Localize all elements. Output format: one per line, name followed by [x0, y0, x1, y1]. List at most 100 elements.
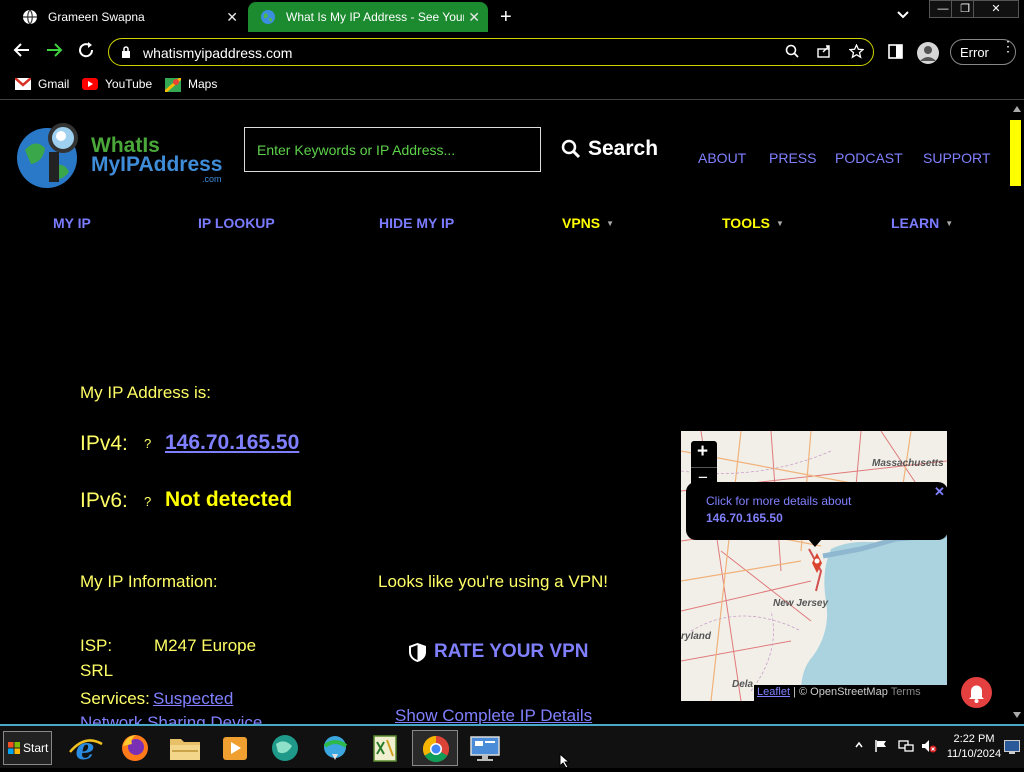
terms-link[interactable]: Terms [891, 686, 921, 698]
support-link[interactable]: SUPPORT [923, 150, 990, 166]
popup-ip[interactable]: 146.70.165.50 [706, 511, 783, 525]
podcast-link[interactable]: PODCAST [835, 150, 903, 166]
map-label-delaware: Dela [732, 679, 754, 690]
nav-label: VPNS [562, 215, 601, 231]
download-manager-icon[interactable] [312, 730, 358, 766]
notification-bell-button[interactable] [961, 677, 992, 708]
services-link-cont[interactable]: Network Sharing Device [80, 713, 262, 724]
tab-title: What Is My IP Address - See Your P [286, 10, 464, 24]
tab-grameen-swapna[interactable]: Grameen Swapna ✕ [10, 2, 246, 32]
app-globe-icon[interactable] [262, 730, 308, 766]
star-icon[interactable] [848, 43, 865, 62]
bell-icon [969, 685, 984, 703]
close-icon[interactable]: ✕ [468, 9, 480, 26]
volume-muted-icon[interactable] [921, 739, 937, 758]
windows-logo-icon [8, 742, 20, 754]
show-details-link[interactable]: Show Complete IP Details [395, 706, 592, 724]
press-link[interactable]: PRESS [769, 150, 816, 166]
firefox-icon[interactable] [112, 730, 158, 766]
map-popup[interactable]: Click for more details about 146.70.165.… [686, 482, 948, 547]
show-hidden-icons[interactable] [855, 738, 863, 756]
profile-error-button[interactable]: Error ⋮ [950, 39, 1016, 65]
rate-vpn-button[interactable]: RATE YOUR VPN [408, 641, 589, 663]
system-clock[interactable]: 2:22 PM 11/10/2024 [943, 732, 1005, 762]
nav-ip-lookup[interactable]: IP LOOKUP [198, 215, 275, 231]
nav-tools[interactable]: TOOLS ▼ [722, 215, 784, 231]
ipv6-value: Not detected [165, 488, 293, 511]
scroll-up-icon[interactable] [1013, 106, 1021, 112]
spreadsheet-app-icon[interactable] [362, 730, 408, 766]
osm-link[interactable]: OpenStreetMap [810, 686, 888, 698]
avatar[interactable] [917, 42, 939, 64]
file-explorer-icon[interactable] [162, 730, 208, 766]
bookmark-maps[interactable]: Maps [164, 76, 217, 94]
start-button[interactable]: Start [3, 731, 52, 765]
about-link[interactable]: ABOUT [698, 150, 746, 166]
search-button[interactable]: Search [561, 137, 658, 161]
attrib-separator: | © [790, 686, 811, 698]
bookmark-label: Gmail [38, 77, 70, 91]
search-icon [561, 139, 581, 159]
services-link[interactable]: Suspected [153, 689, 233, 709]
map-label-maryland: ryland [681, 631, 712, 642]
search-placeholder: Enter Keywords or IP Address... [257, 142, 456, 158]
search-label: Search [588, 137, 659, 160]
network-icon[interactable] [898, 739, 914, 758]
taskbar: Start e 2:22 PM 11/10/2024 [0, 724, 1024, 768]
bookmark-youtube[interactable]: YouTube [82, 77, 152, 91]
tab-whatismyip[interactable]: What Is My IP Address - See Your P ✕ [248, 2, 488, 32]
globe-icon [22, 9, 38, 25]
media-player-icon[interactable] [212, 730, 258, 766]
zoom-in-button[interactable]: + [697, 441, 708, 463]
isp-value-cont: SRL [80, 661, 114, 680]
map-attribution: Leaflet | © OpenStreetMap Terms [754, 685, 947, 701]
tab-strip: Grameen Swapna ✕ What Is My IP Address -… [0, 0, 1024, 34]
close-icon[interactable]: ✕ [934, 484, 945, 500]
map-label-new-jersey: New Jersey [773, 598, 829, 609]
new-tab-button[interactable]: + [500, 6, 512, 29]
action-center-flag-icon[interactable] [874, 739, 888, 758]
caret-down-icon: ▼ [606, 219, 615, 228]
scrollbar-thumb[interactable] [1010, 120, 1021, 186]
reload-icon[interactable] [77, 41, 95, 64]
remote-desktop-icon[interactable] [462, 730, 508, 766]
site-logo[interactable]: WhatIs MyIPAddress .com [15, 120, 225, 192]
url-text[interactable]: whatismyipaddress.com [143, 45, 292, 61]
globe-icon [260, 9, 276, 25]
youtube-icon [82, 78, 98, 90]
shield-icon [409, 642, 426, 662]
ipv4-value-link[interactable]: 146.70.165.50 [165, 431, 299, 455]
help-icon[interactable]: ? [144, 494, 151, 509]
close-window-button[interactable]: ✕ [973, 0, 1019, 18]
bookmark-gmail[interactable]: Gmail [14, 77, 70, 91]
mouse-cursor-icon [559, 753, 571, 768]
show-desktop-icon[interactable] [1004, 740, 1020, 759]
help-icon[interactable]: ? [144, 436, 151, 451]
kebab-menu-icon[interactable]: ⋮ [1001, 39, 1015, 53]
chevron-down-icon[interactable] [897, 8, 909, 22]
search-input[interactable]: Enter Keywords or IP Address... [244, 127, 541, 172]
scroll-down-icon[interactable] [1013, 712, 1021, 718]
close-icon[interactable]: ✕ [226, 9, 238, 26]
chrome-icon[interactable] [412, 730, 458, 766]
nav-learn[interactable]: LEARN ▼ [891, 215, 953, 231]
page-scrollbar[interactable] [1010, 102, 1024, 724]
lock-icon[interactable] [121, 45, 131, 58]
map-label-massachusetts: Massachusetts [872, 458, 944, 469]
forward-icon[interactable] [45, 41, 63, 64]
internet-explorer-icon[interactable]: e [62, 730, 108, 767]
nav-hide-my-ip[interactable]: HIDE MY IP [379, 215, 454, 231]
back-icon[interactable] [13, 41, 31, 64]
side-panel-icon[interactable] [888, 43, 903, 64]
error-label: Error [960, 45, 989, 60]
ip-location-map[interactable]: Massachusetts New Jersey ryland Dela [681, 431, 947, 701]
leaflet-link[interactable]: Leaflet [757, 686, 790, 698]
nav-my-ip[interactable]: MY IP [53, 215, 91, 231]
address-bar[interactable]: whatismyipaddress.com [108, 38, 874, 66]
ipv6-label: IPv6: [80, 489, 128, 512]
gmail-icon [14, 77, 32, 90]
zoom-icon[interactable] [785, 44, 799, 61]
share-icon[interactable] [817, 44, 832, 61]
nav-vpns[interactable]: VPNS ▼ [562, 215, 614, 231]
popup-text: Click for more details about [706, 494, 852, 508]
